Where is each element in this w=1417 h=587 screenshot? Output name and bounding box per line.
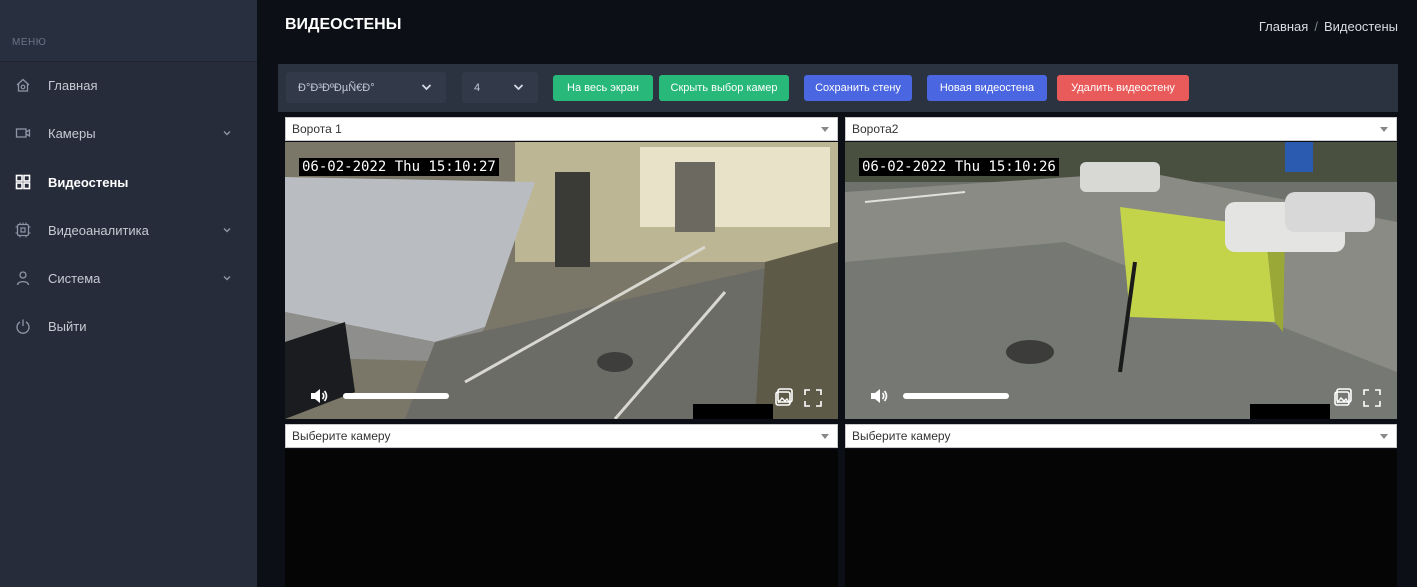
breadcrumb: Главная / Видеостены bbox=[1259, 19, 1398, 34]
chevron-down-icon bbox=[421, 84, 432, 91]
grid-size-select[interactable]: 4 bbox=[462, 72, 538, 103]
sidebar: МЕНЮ Главная Камеры Видеостены Видеоанал… bbox=[0, 0, 257, 587]
hide-cameras-button[interactable]: Скрыть выбор камер bbox=[659, 75, 789, 101]
snapshot-icon[interactable] bbox=[1333, 387, 1353, 407]
camera-select[interactable]: Выберите камеру bbox=[845, 424, 1397, 448]
camera-image bbox=[285, 142, 838, 419]
sidebar-item-label: Система bbox=[48, 270, 101, 286]
sidebar-item-logout[interactable]: Выйти bbox=[0, 311, 257, 341]
delete-wall-button[interactable]: Удалить видеостену bbox=[1057, 75, 1189, 101]
empty-video-feed bbox=[285, 449, 838, 587]
sidebar-item-label: Видеостены bbox=[48, 174, 129, 190]
user-icon bbox=[15, 270, 31, 286]
grid-size-value: 4 bbox=[474, 81, 481, 94]
video-feed[interactable]: 06-02-2022 Thu 15:10:26 bbox=[845, 142, 1397, 419]
sidebar-item-cameras[interactable]: Камеры bbox=[0, 118, 257, 148]
camera-select-value: Выберите камеру bbox=[852, 429, 951, 443]
camera-select[interactable]: Выберите камеру bbox=[285, 424, 838, 448]
timestamp: 06-02-2022 Thu 15:10:27 bbox=[299, 158, 499, 176]
volume-icon[interactable] bbox=[869, 387, 889, 405]
sidebar-item-label: Выйти bbox=[48, 318, 87, 334]
camera-select[interactable]: Ворота 1 bbox=[285, 117, 838, 141]
new-wall-button[interactable]: Новая видеостена bbox=[927, 75, 1047, 101]
sidebar-item-system[interactable]: Система bbox=[0, 263, 257, 293]
page-title: ВИДЕОСТЕНЫ bbox=[285, 16, 402, 33]
analytics-icon bbox=[15, 222, 31, 238]
dropdown-arrow-icon bbox=[1380, 434, 1388, 439]
power-icon bbox=[15, 318, 31, 334]
fullscreen-button[interactable]: На весь экран bbox=[553, 75, 653, 101]
breadcrumb-separator: / bbox=[1314, 19, 1318, 34]
save-wall-button[interactable]: Сохранить стену bbox=[804, 75, 912, 101]
dropdown-arrow-icon bbox=[1380, 127, 1388, 132]
chevron-down-icon bbox=[513, 84, 524, 91]
empty-video-feed bbox=[845, 449, 1397, 587]
sidebar-item-home[interactable]: Главная bbox=[0, 70, 257, 100]
volume-slider[interactable] bbox=[903, 393, 1009, 399]
timestamp: 06-02-2022 Thu 15:10:26 bbox=[859, 158, 1059, 176]
volume-slider[interactable] bbox=[343, 393, 449, 399]
sidebar-item-videowalls[interactable]: Видеостены bbox=[0, 167, 257, 197]
video-feed[interactable]: 06-02-2022 Thu 15:10:27 bbox=[285, 142, 838, 419]
menu-label: МЕНЮ bbox=[12, 37, 47, 48]
breadcrumb-current: Видеостены bbox=[1323, 19, 1398, 34]
breadcrumb-home[interactable]: Главная bbox=[1259, 19, 1308, 34]
sidebar-item-label: Видеоаналитика bbox=[48, 222, 149, 238]
camera-icon bbox=[15, 125, 31, 141]
chevron-down-icon bbox=[223, 228, 231, 233]
fullscreen-icon[interactable] bbox=[804, 389, 822, 407]
dropdown-arrow-icon bbox=[821, 127, 829, 132]
home-icon bbox=[15, 77, 31, 93]
dropdown-arrow-icon bbox=[821, 434, 829, 439]
snapshot-icon[interactable] bbox=[774, 387, 794, 407]
grid-icon bbox=[15, 174, 31, 190]
camera-select[interactable]: Ворота2 bbox=[845, 117, 1397, 141]
chevron-down-icon bbox=[223, 131, 231, 136]
camera-image bbox=[845, 142, 1397, 419]
wall-select[interactable]: Ð°Ð³ÐºÐµÑ€Ð° bbox=[286, 72, 446, 103]
sidebar-item-label: Камеры bbox=[48, 125, 96, 141]
camera-select-value: Ворота 1 bbox=[292, 122, 342, 136]
sidebar-header bbox=[0, 0, 257, 62]
camera-select-value: Ворота2 bbox=[852, 122, 899, 136]
chevron-down-icon bbox=[223, 276, 231, 281]
fullscreen-icon[interactable] bbox=[1363, 389, 1381, 407]
camera-select-value: Выберите камеру bbox=[292, 429, 391, 443]
sidebar-item-label: Главная bbox=[48, 77, 98, 93]
volume-icon[interactable] bbox=[309, 387, 329, 405]
sidebar-item-analytics[interactable]: Видеоаналитика bbox=[0, 215, 257, 245]
wall-select-value: Ð°Ð³ÐºÐµÑ€Ð° bbox=[298, 81, 375, 94]
